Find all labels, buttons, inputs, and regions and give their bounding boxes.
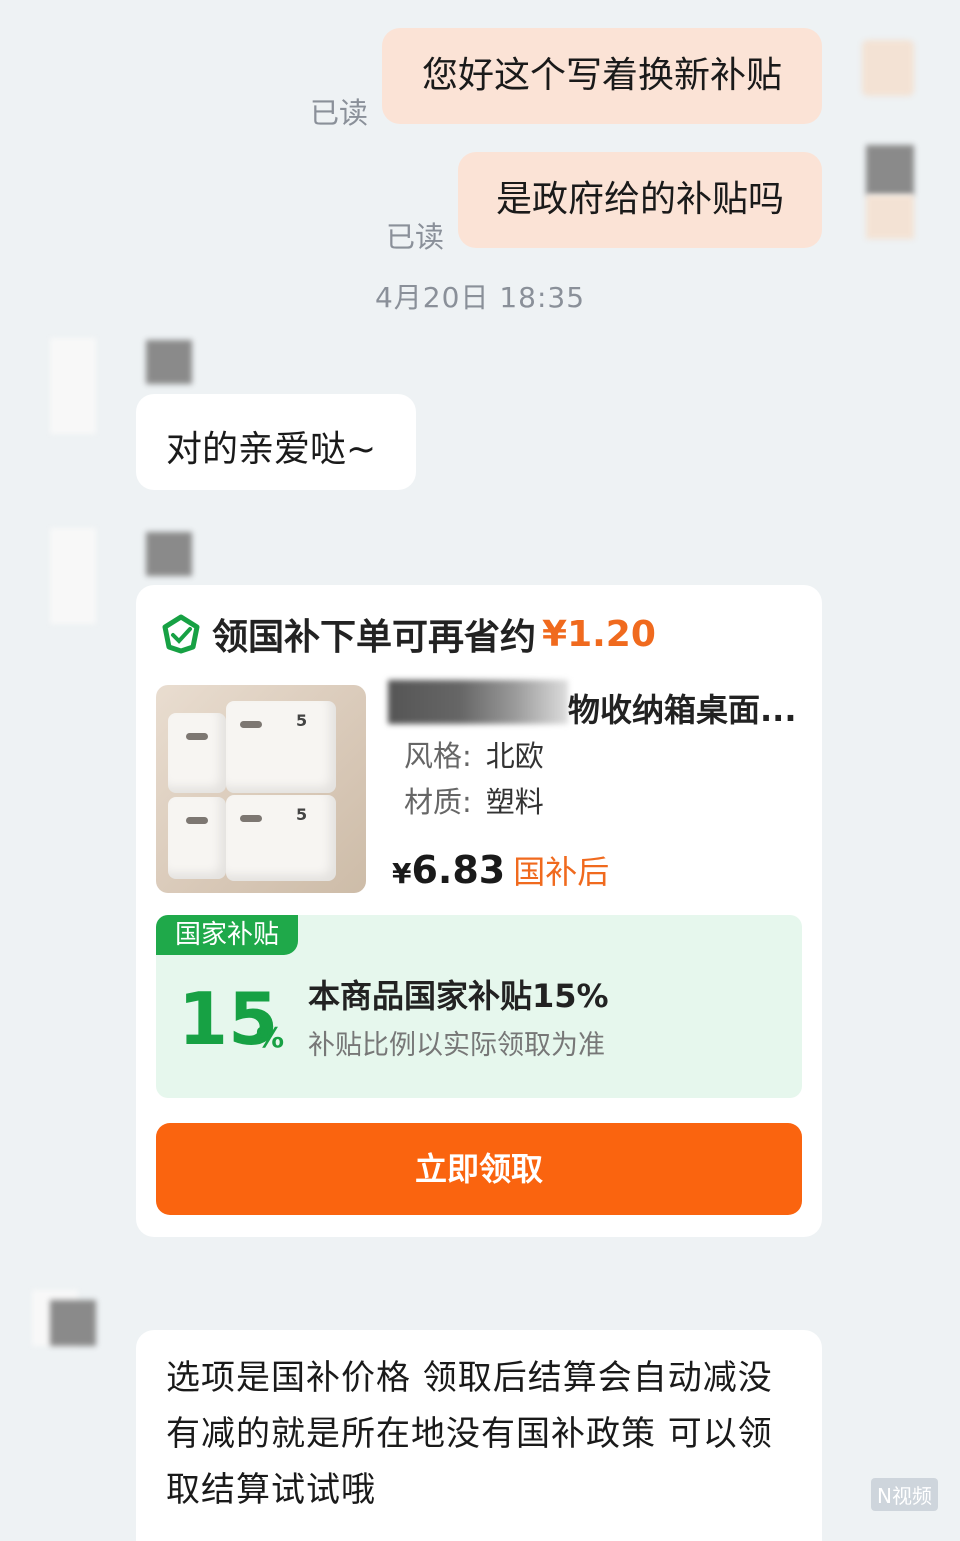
spec-style-value: 北欧 — [485, 739, 544, 773]
subsidy-info-box: 国家补贴 15 % 本商品国家补贴15% 补贴比例以实际领取为准 — [156, 915, 802, 1098]
contact-name-blur — [146, 340, 192, 384]
storage-box — [168, 797, 226, 879]
spec-material-value: 塑料 — [485, 785, 544, 819]
contact-name-blur — [50, 1300, 96, 1346]
contact-avatar — [50, 338, 96, 434]
outgoing-message-2[interactable]: 是政府给的补贴吗 — [458, 152, 822, 248]
incoming-message-1[interactable]: 对的亲爱哒~ — [136, 394, 416, 490]
contact-avatar — [50, 528, 96, 624]
product-price: ¥ 6.83 国补后 — [392, 847, 609, 893]
price-tag: 国补后 — [513, 853, 610, 891]
read-receipt-2: 已读 — [386, 220, 445, 254]
claim-button[interactable]: 立即领取 — [156, 1123, 802, 1215]
subsidy-description: 本商品国家补贴15% — [308, 977, 609, 1015]
storage-box: 5 — [226, 701, 336, 793]
price-value: 6.83 — [411, 848, 506, 892]
chat-timestamp: 4月20日 18:35 — [374, 281, 586, 314]
message-text: 您好这个写着换新补贴 — [421, 55, 782, 96]
message-text: 对的亲爱哒~ — [166, 429, 377, 470]
card-header-amount: ¥1.20 — [542, 613, 656, 655]
self-avatar-2 — [866, 145, 914, 195]
spec-style: 风格: 北欧 — [404, 733, 544, 775]
incoming-message-2[interactable]: 选项是国补价格 领取后结算会自动减没有减的就是所在地没有国补政策 可以领取结算试… — [136, 1330, 822, 1541]
message-text: 选项是国补价格 领取后结算会自动减没有减的就是所在地没有国补政策 可以领取结算试… — [166, 1358, 773, 1510]
subsidy-product-card[interactable]: 领国补下单可再省约 ¥1.20 5 5 物收纳箱桌面... 风格: 北欧 材质: 塑… — [136, 585, 822, 1237]
card-header: 领国补下单可再省约 ¥1.20 — [160, 609, 656, 659]
spec-style-label: 风格: — [404, 739, 472, 773]
spec-material: 材质: 塑料 — [404, 779, 544, 821]
storage-box: 5 — [226, 795, 336, 881]
outgoing-message-1[interactable]: 您好这个写着换新补贴 — [382, 28, 822, 124]
subsidy-tab: 国家补贴 — [156, 915, 298, 955]
self-avatar-2b — [866, 195, 914, 239]
card-header-text: 领国补下单可再省约 — [212, 617, 537, 658]
contact-name-blur — [146, 532, 192, 576]
price-currency: ¥ — [392, 857, 412, 890]
product-title-blur — [388, 680, 568, 724]
subsidy-note: 补贴比例以实际领取为准 — [308, 1030, 605, 1061]
product-image[interactable]: 5 5 — [156, 685, 366, 893]
self-avatar — [862, 40, 914, 96]
product-title[interactable]: 物收纳箱桌面... — [568, 685, 796, 731]
watermark: N视频 — [871, 1478, 938, 1511]
message-text: 是政府给的补贴吗 — [495, 179, 784, 220]
shield-icon — [162, 614, 200, 654]
storage-box — [168, 713, 226, 793]
read-receipt-1: 已读 — [310, 96, 369, 130]
subsidy-percent-sign: % — [256, 1021, 285, 1054]
spec-material-label: 材质: — [404, 785, 472, 819]
